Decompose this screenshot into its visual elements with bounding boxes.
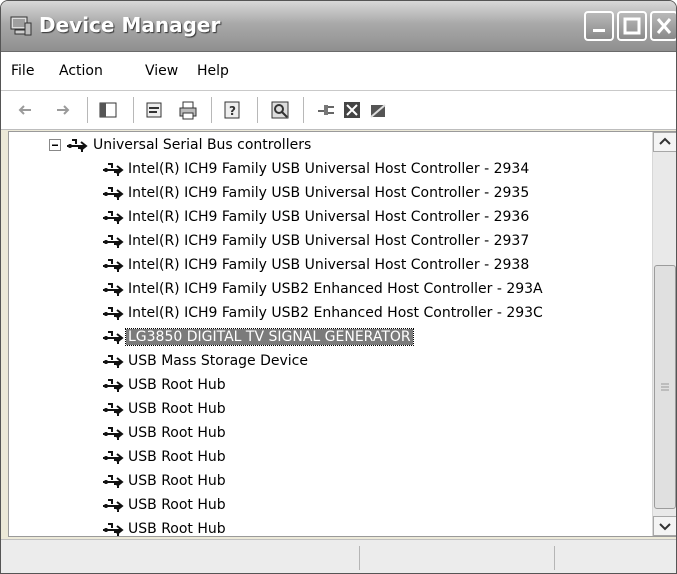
tree-item-label: USB Mass Storage Device (128, 353, 308, 369)
uninstall-icon[interactable] (341, 99, 363, 121)
back-icon[interactable] (15, 99, 37, 121)
forward-icon[interactable] (51, 99, 73, 121)
usb-icon (103, 163, 124, 176)
grip-icon (661, 383, 669, 391)
tree-root-label: Universal Serial Bus controllers (93, 137, 312, 153)
usb-icon (103, 355, 124, 368)
tree-item-label: LG3850 DIGITAL TV SIGNAL GENERATOR (125, 328, 414, 346)
toolbar-separator (211, 97, 212, 123)
usb-icon (103, 187, 124, 200)
tree-item-label: Intel(R) ICH9 Family USB Universal Host … (128, 233, 530, 249)
scroll-up-button[interactable] (653, 132, 676, 152)
tree-item-label: USB Root Hub (128, 449, 226, 465)
toolbar: ? (1, 91, 676, 130)
properties-icon[interactable] (143, 99, 165, 121)
toolbar-separator (87, 97, 88, 123)
minimize-icon (593, 29, 605, 32)
toolbar-separator (133, 97, 134, 123)
tree-item-label: USB Root Hub (128, 473, 226, 489)
print-icon[interactable] (177, 99, 199, 121)
svg-text:?: ? (229, 104, 236, 118)
tree-item-label: Intel(R) ICH9 Family USB Universal Host … (128, 161, 530, 177)
menu-action[interactable]: Action (59, 63, 103, 79)
computer-icon (10, 16, 32, 36)
status-bar (1, 539, 676, 573)
usb-icon (103, 307, 124, 320)
close-button[interactable] (650, 11, 676, 41)
scroll-down-button[interactable] (653, 516, 676, 536)
usb-icon (103, 211, 124, 224)
usb-icon (103, 331, 124, 344)
tree-item-label: Intel(R) ICH9 Family USB2 Enhanced Host … (128, 281, 543, 297)
status-separator (359, 546, 360, 570)
menu-help[interactable]: Help (197, 63, 229, 79)
menu-file[interactable]: File (11, 63, 34, 79)
tree-item-label: Intel(R) ICH9 Family USB Universal Host … (128, 209, 530, 225)
toolbar-separator (303, 97, 304, 123)
usb-icon (67, 139, 88, 152)
tree-item-label: Intel(R) ICH9 Family USB2 Enhanced Host … (128, 305, 543, 321)
minimize-button[interactable] (584, 11, 614, 41)
tree-item-label: Intel(R) ICH9 Family USB Universal Host … (128, 185, 530, 201)
window-title: Device Manager (39, 13, 221, 37)
chevron-up-icon (659, 137, 671, 145)
update-driver-icon[interactable] (315, 99, 337, 121)
usb-icon (103, 451, 124, 464)
usb-icon (103, 259, 124, 272)
tree-item-label: USB Root Hub (128, 377, 226, 393)
minus-expander-icon[interactable] (49, 139, 61, 151)
usb-icon (103, 283, 124, 296)
tree-item-label: USB Root Hub (128, 521, 226, 537)
tree-item-label: USB Root Hub (128, 425, 226, 441)
usb-icon (103, 475, 124, 488)
show-hide-console-tree-icon[interactable] (97, 99, 119, 121)
usb-icon (103, 235, 124, 248)
close-icon (656, 18, 672, 34)
maximize-button[interactable] (617, 11, 647, 41)
usb-icon (103, 523, 124, 536)
usb-icon (103, 403, 124, 416)
tree-item-label: USB Root Hub (128, 497, 226, 513)
maximize-icon (623, 17, 641, 35)
tree-item-label: USB Root Hub (128, 401, 226, 417)
tree-item-label: Intel(R) ICH9 Family USB Universal Host … (128, 257, 530, 273)
usb-icon (103, 499, 124, 512)
menu-view[interactable]: View (145, 63, 178, 79)
usb-icon (103, 379, 124, 392)
device-manager-window: Device Manager File Action View Help ? U… (0, 0, 677, 574)
chevron-down-icon (659, 523, 671, 531)
status-separator (554, 546, 555, 570)
menu-bar: File Action View Help (1, 52, 676, 91)
scan-hardware-icon[interactable] (269, 99, 291, 121)
toolbar-separator (257, 97, 258, 123)
scroll-thumb[interactable] (654, 265, 676, 509)
usb-icon (103, 427, 124, 440)
disable-icon[interactable] (367, 99, 389, 121)
title-bar[interactable]: Device Manager (1, 1, 676, 52)
vertical-scrollbar[interactable] (652, 132, 676, 536)
help-icon[interactable]: ? (221, 99, 243, 121)
